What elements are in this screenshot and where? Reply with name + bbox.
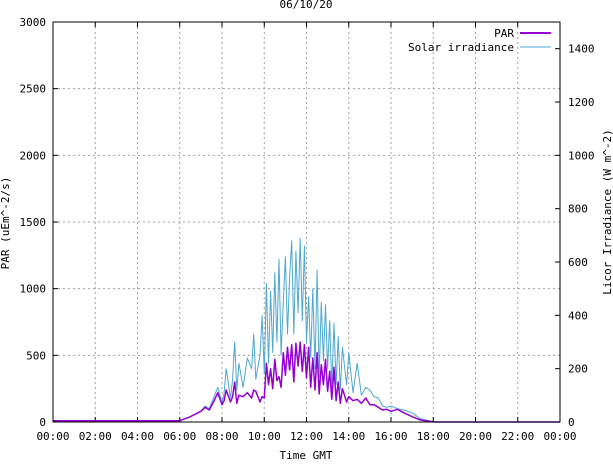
y-tick-label: 2500	[20, 83, 47, 96]
x-tick-label: 16:00	[374, 430, 407, 443]
chart-svg: 00:00 02:00 04:00 06:00 08:00 10:00 12:00 14:00…	[0, 0, 613, 462]
y-tick-label: 500	[26, 349, 46, 362]
series-line-solar-irradiance	[53, 237, 560, 423]
chart-title: 06/10/20	[280, 0, 333, 11]
grid	[53, 22, 560, 422]
x-tick-label: 18:00	[417, 430, 450, 443]
y-tick-label: 1500	[20, 216, 47, 229]
chart: 00:00 02:00 04:00 06:00 08:00 10:00 12:00 14:00…	[0, 0, 613, 462]
y2-tick-label: 800	[568, 203, 588, 216]
y2-tick-label: 0	[568, 416, 575, 429]
legend-label-solar-irradiance: Solar irradiance	[408, 41, 514, 54]
legend: PAR Solar irradiance	[408, 27, 551, 54]
y-tick-label: 2000	[20, 149, 47, 162]
x-tick-label: 04:00	[121, 430, 154, 443]
y2-tick-label: 400	[568, 309, 588, 322]
y2-tick-label: 1200	[568, 96, 595, 109]
y2-tick-label: 1000	[568, 149, 595, 162]
legend-label-par: PAR	[494, 27, 514, 40]
y2-tick-label: 1400	[568, 43, 595, 56]
y-tick-label: 3000	[20, 16, 47, 29]
x-tick-label: 14:00	[332, 430, 365, 443]
series-area	[53, 237, 560, 423]
x-axis-label: Time GMT	[280, 449, 333, 459]
x-tick-label: 00:00	[36, 430, 69, 443]
x-tick-label: 12:00	[290, 430, 323, 443]
x-tick-label: 00:00	[543, 430, 576, 443]
x-tick-label: 20:00	[459, 430, 492, 443]
y2-tick-label: 600	[568, 256, 588, 269]
y-tick-label: 1000	[20, 283, 47, 296]
x-tick-label: 10:00	[248, 430, 281, 443]
y-tick-label: 0	[39, 416, 46, 429]
y2-tick-label: 200	[568, 363, 588, 376]
y-axis-label: PAR (uEm^-2/s)	[0, 177, 12, 270]
x-tick-label: 02:00	[79, 430, 112, 443]
x-tick-label: 06:00	[163, 430, 196, 443]
x-tick-label: 22:00	[501, 430, 534, 443]
y2-axis-label: Licor Irradiance (W m^-2)	[601, 129, 613, 295]
x-tick-label: 08:00	[205, 430, 238, 443]
